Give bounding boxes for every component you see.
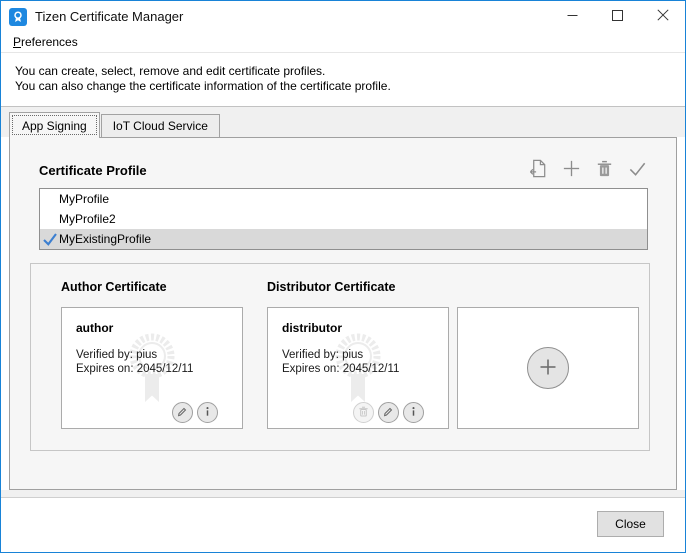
- distributor-edit-button[interactable]: [378, 402, 399, 423]
- profile-list-item-myexistingprofile[interactable]: MyExistingProfile: [40, 229, 647, 249]
- app-window: Tizen Certificate Manager Preferences: [0, 0, 686, 553]
- menubar: Preferences: [1, 32, 685, 53]
- minimize-icon: [567, 9, 578, 24]
- tab-iot-cloud-service[interactable]: IoT Cloud Service: [101, 114, 220, 137]
- titlebar: Tizen Certificate Manager: [1, 1, 685, 32]
- info-icon: [407, 405, 420, 421]
- tab-strip: App Signing IoT Cloud Service: [1, 107, 685, 137]
- menu-preferences-accel: P: [13, 35, 21, 49]
- distributor-cert-expires-on: Expires on: 2045/12/11: [282, 362, 448, 376]
- add-distributor-certificate-button[interactable]: [527, 347, 569, 389]
- distributor-certificate-card: distributor Verified by: pius Expires on…: [267, 307, 449, 429]
- author-cert-details: Verified by: pius Expires on: 2045/12/11: [62, 335, 242, 376]
- close-window-button[interactable]: [640, 1, 685, 32]
- add-profile-icon: [561, 158, 582, 182]
- menu-preferences-rest: references: [21, 35, 78, 49]
- active-profile-check-icon: [42, 231, 58, 250]
- distributor-certificate-title: Distributor Certificate: [267, 280, 396, 294]
- remove-profile-button[interactable]: [593, 159, 615, 181]
- remove-profile-icon: [594, 158, 615, 182]
- author-cert-verified-by: Verified by: pius: [76, 348, 242, 362]
- close-button[interactable]: Close: [597, 511, 664, 537]
- author-cert-name: author: [62, 308, 242, 335]
- author-card-actions: [172, 402, 218, 423]
- tizen-certificate-app-icon: [9, 8, 27, 26]
- author-info-button[interactable]: [197, 402, 218, 423]
- add-profile-button[interactable]: [560, 159, 582, 181]
- certificate-profile-list: MyProfile MyProfile2 MyExistingProfile: [39, 188, 648, 250]
- window-controls: [550, 1, 685, 32]
- certificates-groupbox: Author Certificate Distributor Certifica…: [30, 263, 650, 451]
- plus-icon: [538, 357, 558, 380]
- profile-name: MyProfile: [59, 192, 109, 206]
- trash-icon: [357, 405, 370, 421]
- close-icon: [657, 9, 669, 24]
- set-active-profile-button[interactable]: [626, 159, 648, 181]
- pencil-icon: [176, 405, 189, 421]
- distributor-delete-button[interactable]: [353, 402, 374, 423]
- footer: Close: [1, 498, 685, 552]
- distributor-cert-verified-by: Verified by: pius: [282, 348, 448, 362]
- tab-app-signing[interactable]: App Signing: [9, 112, 100, 138]
- author-certificate-card: author Verified by: pius Expires on: 204…: [61, 307, 243, 429]
- profile-list-item-myprofile[interactable]: MyProfile: [40, 189, 647, 209]
- minimize-button[interactable]: [550, 1, 595, 32]
- set-active-profile-check-icon: [627, 158, 648, 182]
- profile-list-item-myprofile2[interactable]: MyProfile2: [40, 209, 647, 229]
- certificate-profile-header: Certificate Profile: [39, 159, 648, 181]
- description-area: You can create, select, remove and edit …: [1, 53, 685, 107]
- description-line-2: You can also change the certificate info…: [15, 79, 685, 94]
- author-edit-button[interactable]: [172, 402, 193, 423]
- info-icon: [201, 405, 214, 421]
- app-signing-panel: Certificate Profile: [9, 137, 677, 490]
- add-existing-profile-button[interactable]: [527, 159, 549, 181]
- profile-name: MyProfile2: [59, 212, 116, 226]
- description-line-1: You can create, select, remove and edit …: [15, 64, 685, 79]
- profile-name: MyExistingProfile: [59, 232, 151, 246]
- distributor-card-actions: [353, 402, 424, 423]
- certificate-profile-title: Certificate Profile: [39, 163, 147, 178]
- maximize-button[interactable]: [595, 1, 640, 32]
- author-cert-expires-on: Expires on: 2045/12/11: [76, 362, 242, 376]
- pencil-icon: [382, 405, 395, 421]
- maximize-icon: [612, 9, 623, 24]
- distributor-cert-details: Verified by: pius Expires on: 2045/12/11: [268, 335, 448, 376]
- footer-separator: [1, 490, 685, 498]
- distributor-certificate-empty-slot: [457, 307, 639, 429]
- menu-preferences[interactable]: Preferences: [7, 33, 84, 51]
- author-certificate-title: Author Certificate: [61, 280, 167, 294]
- profile-toolbar: [527, 159, 648, 181]
- add-existing-profile-icon: [528, 158, 549, 182]
- distributor-cert-name: distributor: [268, 308, 448, 335]
- distributor-info-button[interactable]: [403, 402, 424, 423]
- window-title: Tizen Certificate Manager: [35, 9, 183, 24]
